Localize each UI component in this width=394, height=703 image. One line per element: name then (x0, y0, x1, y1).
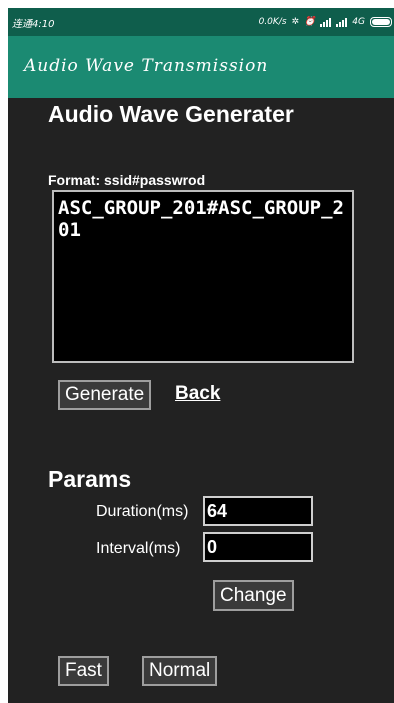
params-heading: Params (48, 466, 132, 492)
signal-icon (320, 17, 332, 27)
status-carrier-time: 连通4:10 (12, 18, 55, 30)
change-button[interactable]: Change (213, 580, 294, 611)
back-link[interactable]: Back (175, 383, 220, 405)
battery-icon (370, 17, 392, 27)
generate-button[interactable]: Generate (58, 380, 152, 410)
network-speed: 0.0K/s (258, 17, 287, 27)
format-label: Format: ssid#passwrod (48, 172, 206, 188)
interval-input[interactable] (203, 532, 313, 562)
status-icons: 0.0K/s ✲ ⏰ 4G (259, 8, 392, 36)
fast-button[interactable]: Fast (58, 656, 109, 686)
app-title: Audio Wave Transmission (24, 56, 269, 76)
generator-heading: Audio Wave Generater (48, 101, 294, 127)
app-bar: Audio Wave Transmission (8, 36, 394, 98)
app-screen: 连通4:10 0.0K/s ✲ ⏰ 4G Audio Wave Transmis… (8, 8, 394, 703)
duration-input[interactable] (203, 496, 313, 526)
network-type: 4G (352, 17, 365, 27)
duration-label: Duration(ms) (96, 503, 189, 520)
alarm-icon: ⏰ (304, 17, 316, 27)
ssid-password-input[interactable]: ASC_GROUP_201#ASC_GROUP_201 (52, 190, 354, 363)
signal-4g-icon (336, 17, 348, 27)
normal-button[interactable]: Normal (142, 656, 218, 686)
bluetooth-icon: ✲ (291, 17, 300, 27)
interval-label: Interval(ms) (96, 540, 181, 557)
status-bar: 连通4:10 0.0K/s ✲ ⏰ 4G (8, 8, 394, 36)
